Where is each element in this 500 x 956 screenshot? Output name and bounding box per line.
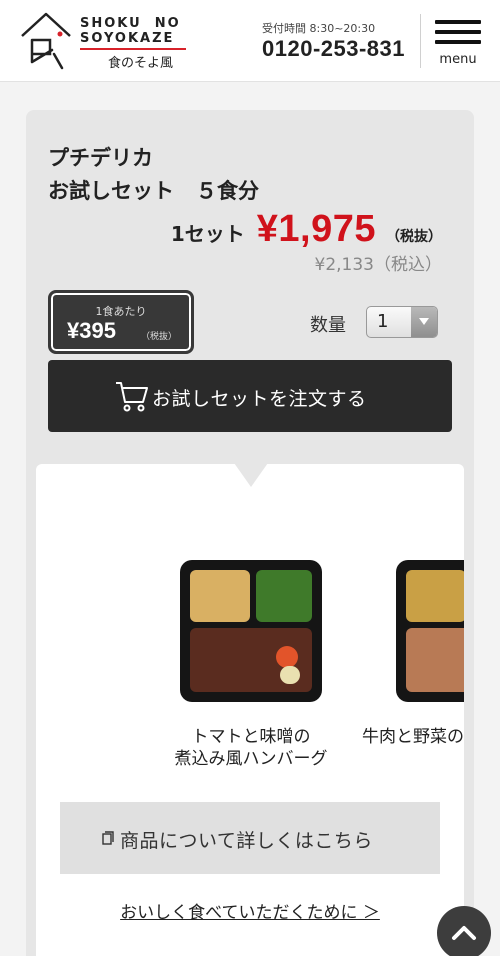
- menu-button[interactable]: menu: [432, 18, 484, 70]
- header-divider: [420, 14, 421, 68]
- price-row: 1セット ¥1,975 （税抜）: [171, 208, 442, 251]
- menu-label: menu: [439, 52, 477, 67]
- product-title: プチデリカ: [48, 146, 153, 170]
- meal-name: トマトと味噌の 煮込み風ハンバーグ: [136, 726, 366, 770]
- quantity-value: 1: [377, 311, 389, 332]
- detail-button-label: 商品について詳しくはこちら: [120, 830, 373, 852]
- quantity-select[interactable]: 1: [366, 306, 438, 338]
- logo-underline: [80, 48, 186, 50]
- price-main: ¥1,975: [256, 208, 376, 250]
- tel-hours: 受付時間 8:30~20:30: [262, 22, 376, 35]
- chevron-down-icon: [419, 318, 429, 325]
- product-subtitle: お試しセット ５食分: [48, 175, 259, 205]
- back-to-top-button[interactable]: [437, 906, 491, 956]
- meal-photo-beef[interactable]: [396, 560, 464, 702]
- how-to-eat-link[interactable]: おいしく食べていただくために ＞: [36, 898, 464, 923]
- side-dish: [406, 570, 464, 622]
- meal-name: 牛肉と野菜の: [362, 727, 464, 747]
- site-header: SHOKU NO SOYOKAZE 食のそよ風 受付時間 8:30~20:30 …: [0, 0, 500, 82]
- product-set-name: お試しセット: [48, 179, 174, 203]
- greens-side: [256, 570, 312, 622]
- house-logo-icon: [21, 12, 71, 70]
- unit-tax-label: （税抜）: [141, 332, 178, 342]
- select-arrow-button: [411, 307, 437, 337]
- potato: [280, 666, 300, 684]
- logo-text-jp: 食のそよ風: [108, 56, 174, 71]
- cart-icon: [116, 382, 148, 412]
- order-button-label: お試しセットを注文する: [152, 388, 367, 410]
- site-logo[interactable]: SHOKU NO SOYOKAZE 食のそよ風: [18, 10, 186, 72]
- chevron-up-icon: [452, 926, 476, 940]
- hamburger-bar: [435, 40, 481, 44]
- set-label: 1セット: [170, 222, 245, 246]
- meal-name-text: トマトと味噌の 煮込み風ハンバーグ: [174, 727, 328, 769]
- quantity-label: 数量: [310, 315, 346, 336]
- product-detail-button[interactable]: 商品について詳しくはこちら: [60, 802, 440, 874]
- product-meal-count: ５食分: [196, 179, 259, 203]
- order-trial-set-button[interactable]: お試しセットを注文する: [48, 360, 452, 432]
- beef-main: [406, 628, 464, 692]
- tax-excluded-label: （税抜）: [386, 229, 442, 245]
- document-icon: [102, 831, 114, 845]
- unit-price-badge: 1食あたり ¥395 （税抜）: [48, 290, 194, 354]
- tel-number[interactable]: 0120-253-831: [262, 36, 405, 62]
- panel-pointer: [227, 453, 275, 487]
- price-incl-tax: ¥2,133（税込）: [314, 255, 442, 275]
- logo-text-en: SHOKU NO SOYOKAZE: [80, 16, 181, 46]
- hamburger-icon: [435, 20, 481, 24]
- meal-panel: トマトと味噌の 煮込み風ハンバーグ 牛肉と野菜の 商品について詳しくはこちら お…: [36, 464, 464, 956]
- meal-photo-hamburg[interactable]: [180, 560, 322, 702]
- unit-price: ¥395: [67, 318, 116, 343]
- hamburger-bar: [435, 30, 481, 34]
- unit-label: 1食あたり: [95, 305, 147, 318]
- pasta-side: [190, 570, 250, 622]
- carrot: [276, 646, 298, 668]
